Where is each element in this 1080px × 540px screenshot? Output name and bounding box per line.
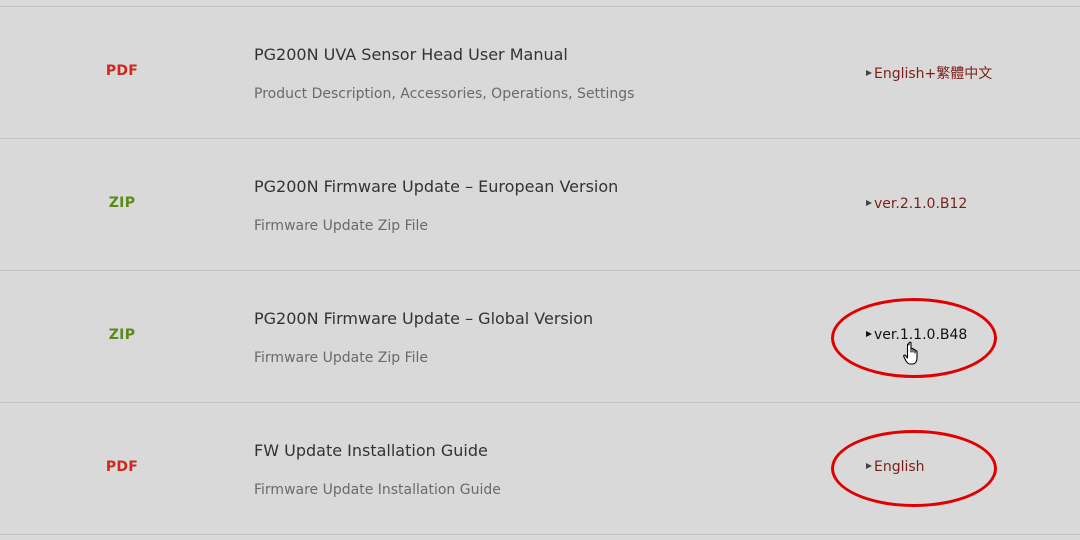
download-link[interactable]: ver.2.1.0.B12 [866,196,967,212]
download-link[interactable]: English+繁體中文 [866,63,992,83]
download-link[interactable]: ver.1.1.0.B48 [866,327,967,343]
file-type-badge: ZIP [108,195,136,211]
download-description: Firmware Update Installation Guide [254,482,501,498]
triangle-right-icon [866,331,872,337]
download-list: PDF PG200N UVA Sensor Head User Manual P… [0,0,1080,540]
download-link-label: English+繁體中文 [874,66,993,82]
download-description: Firmware Update Zip File [254,218,429,234]
download-row: PDF PG200N UVA Sensor Head User Manual P… [0,6,1080,138]
download-row: ZIP PG200N Firmware Update – Global Vers… [0,270,1080,402]
triangle-right-icon [866,463,872,469]
download-title: PG200N UVA Sensor Head User Manual [254,45,568,64]
download-row: ZIP PG200N Firmware Update – European Ve… [0,138,1080,270]
download-link[interactable]: English [866,459,925,475]
file-type-badge: PDF [105,459,139,475]
download-description: Product Description, Accessories, Operat… [254,86,635,102]
download-description: Firmware Update Zip File [254,350,429,366]
download-title: FW Update Installation Guide [254,441,488,460]
triangle-right-icon [866,200,872,206]
download-row: PDF FW Update Installation Guide Firmwar… [0,402,1080,535]
download-link-label: ver.1.1.0.B48 [874,327,968,343]
download-link-label: ver.2.1.0.B12 [874,196,968,212]
download-link-label: English [874,459,925,475]
download-title: PG200N Firmware Update – Global Version [254,309,594,328]
file-type-badge: ZIP [108,327,136,343]
triangle-right-icon [866,70,872,76]
file-type-badge: PDF [105,63,139,79]
download-title: PG200N Firmware Update – European Versio… [254,177,619,196]
